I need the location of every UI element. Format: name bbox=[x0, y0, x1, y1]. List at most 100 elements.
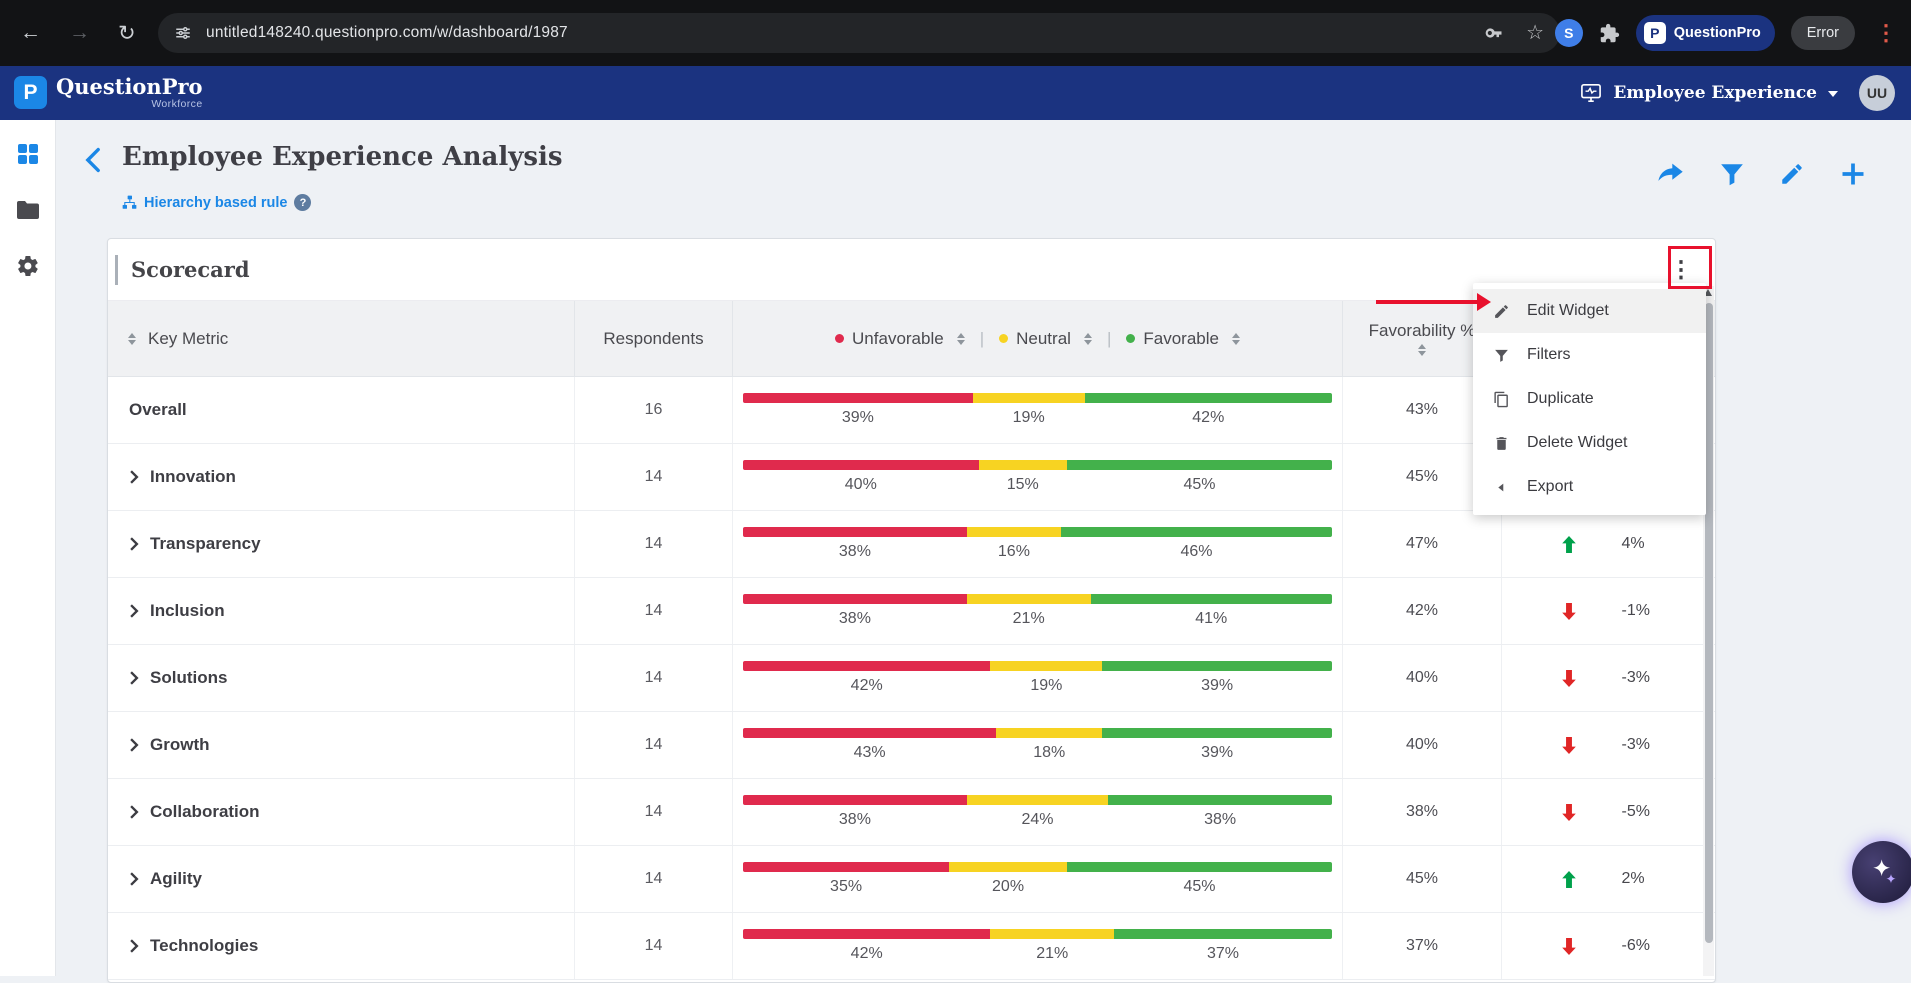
favorable-bar-segment bbox=[1091, 594, 1332, 604]
favorable-bar-segment bbox=[1085, 393, 1332, 403]
brand-name: QuestionPro bbox=[56, 76, 203, 98]
trend-value: -5% bbox=[1622, 803, 1656, 821]
hierarchy-rule[interactable]: Hierarchy based rule ? bbox=[122, 194, 311, 211]
key-metric-header: Key Metric bbox=[148, 329, 228, 349]
metric-label: Inclusion bbox=[150, 601, 225, 621]
site-info-icon[interactable] bbox=[174, 24, 192, 42]
menu-item-delete-widget[interactable]: Delete Widget bbox=[1473, 421, 1706, 465]
sidebar-folder-icon[interactable] bbox=[16, 200, 40, 220]
browser-chrome: ← → ↻ untitled148240.questionpro.com/w/d… bbox=[0, 0, 1911, 66]
unfavorable-percent-label: 38% bbox=[743, 811, 967, 829]
sort-icon[interactable] bbox=[1232, 333, 1240, 345]
trend-down-icon bbox=[1562, 938, 1576, 955]
trend-down-icon bbox=[1562, 737, 1576, 754]
menu-item-duplicate[interactable]: Duplicate bbox=[1473, 377, 1706, 421]
metric-label: Collaboration bbox=[150, 802, 260, 822]
expand-chevron-icon[interactable] bbox=[129, 537, 139, 551]
expand-chevron-icon[interactable] bbox=[129, 738, 139, 752]
metric-cell: Growth bbox=[108, 712, 574, 778]
favorability-value: 42% bbox=[1342, 578, 1501, 644]
stacked-bar bbox=[743, 661, 1332, 671]
trend-cell: -5% bbox=[1501, 779, 1715, 845]
reload-icon[interactable]: ↻ bbox=[118, 21, 136, 46]
bookmark-star-icon[interactable]: ☆ bbox=[1526, 23, 1544, 43]
browser-profile-avatar[interactable]: S bbox=[1555, 19, 1583, 47]
neutral-bar-segment bbox=[979, 460, 1067, 470]
edit-dashboard-button[interactable] bbox=[1779, 161, 1805, 187]
extensions-puzzle-icon[interactable] bbox=[1599, 23, 1620, 44]
trash-icon bbox=[1492, 435, 1510, 452]
respondents-value: 14 bbox=[574, 846, 732, 912]
workspace-selector[interactable]: Employee Experience bbox=[1613, 83, 1817, 103]
error-pill[interactable]: Error bbox=[1791, 16, 1855, 50]
favorable-bar-segment bbox=[1067, 862, 1332, 872]
favorable-percent-label: 41% bbox=[1091, 610, 1332, 628]
expand-chevron-icon[interactable] bbox=[129, 872, 139, 886]
chevron-down-icon[interactable] bbox=[1828, 91, 1838, 97]
forward-icon[interactable]: → bbox=[69, 21, 90, 45]
sidebar-dashboards-icon[interactable] bbox=[16, 142, 40, 166]
favorable-percent-label: 37% bbox=[1114, 945, 1332, 963]
favorable-bar-segment bbox=[1108, 795, 1332, 805]
questionpro-logo-icon: P bbox=[1644, 22, 1666, 44]
sort-icon[interactable] bbox=[1418, 344, 1426, 356]
sort-icon[interactable] bbox=[1084, 333, 1092, 345]
expand-chevron-icon[interactable] bbox=[129, 470, 139, 484]
expand-chevron-icon[interactable] bbox=[129, 671, 139, 685]
menu-item-export[interactable]: Export bbox=[1473, 465, 1706, 509]
menu-item-filters[interactable]: Filters bbox=[1473, 333, 1706, 377]
questionpro-extension-pill[interactable]: P QuestionPro bbox=[1636, 15, 1775, 51]
sparkle-icon bbox=[1867, 856, 1899, 888]
favorable-percent-label: 45% bbox=[1067, 476, 1332, 494]
expand-chevron-icon[interactable] bbox=[129, 805, 139, 819]
stacked-bar-cell: 38%24%38% bbox=[732, 779, 1342, 845]
neutral-percent-label: 16% bbox=[967, 543, 1061, 561]
neutral-bar-segment bbox=[996, 728, 1102, 738]
menu-item-edit-widget[interactable]: Edit Widget bbox=[1473, 289, 1706, 333]
unfavorable-percent-label: 38% bbox=[743, 543, 967, 561]
user-avatar[interactable]: UU bbox=[1859, 75, 1895, 111]
password-key-icon[interactable] bbox=[1484, 23, 1504, 43]
sidebar-settings-gear-icon[interactable] bbox=[16, 254, 40, 278]
duplicate-icon bbox=[1492, 391, 1510, 408]
respondents-value: 14 bbox=[574, 645, 732, 711]
filter-button[interactable] bbox=[1719, 161, 1745, 187]
stacked-bar-cell: 38%21%41% bbox=[732, 578, 1342, 644]
back-icon[interactable]: ← bbox=[20, 21, 41, 45]
address-bar[interactable]: untitled148240.questionpro.com/w/dashboa… bbox=[158, 13, 1560, 53]
expand-chevron-icon[interactable] bbox=[129, 939, 139, 953]
stacked-bar bbox=[743, 393, 1332, 403]
share-button[interactable] bbox=[1655, 161, 1685, 187]
add-widget-button[interactable] bbox=[1839, 160, 1867, 188]
unfavorable-bar-segment bbox=[743, 728, 996, 738]
hierarchy-icon bbox=[122, 195, 137, 210]
unfavorable-bar-segment bbox=[743, 929, 990, 939]
respondents-value: 14 bbox=[574, 712, 732, 778]
legend-unfavorable-label: Unfavorable bbox=[852, 329, 944, 349]
workspace-monitor-icon bbox=[1580, 83, 1602, 103]
favorability-value: 40% bbox=[1342, 645, 1501, 711]
unfavorable-percent-label: 39% bbox=[743, 409, 973, 427]
favorable-dot-icon bbox=[1126, 334, 1135, 343]
ai-assistant-button[interactable] bbox=[1852, 841, 1911, 903]
metric-cell: Technologies bbox=[108, 913, 574, 979]
browser-nav-buttons: ← → ↻ bbox=[0, 21, 136, 46]
unfavorable-bar-segment bbox=[743, 393, 973, 403]
app-logo[interactable]: P QuestionPro Workforce bbox=[14, 76, 203, 110]
stacked-bar bbox=[743, 460, 1332, 470]
browser-menu-icon[interactable]: ⋮ bbox=[1871, 20, 1901, 46]
sort-icon[interactable] bbox=[128, 333, 136, 345]
app-header: P QuestionPro Workforce Employee Experie… bbox=[0, 66, 1911, 120]
trend-value: -6% bbox=[1622, 937, 1656, 955]
metric-cell: Innovation bbox=[108, 444, 574, 510]
unfavorable-dot-icon bbox=[835, 334, 844, 343]
table-row: Collaboration1438%24%38%38%-5% bbox=[108, 779, 1715, 846]
url-text: untitled148240.questionpro.com/w/dashboa… bbox=[206, 24, 568, 42]
neutral-percent-label: 19% bbox=[990, 677, 1102, 695]
favorability-value: 38% bbox=[1342, 779, 1501, 845]
legend-header: Unfavorable | Neutral | Favorable bbox=[732, 301, 1342, 376]
help-question-icon[interactable]: ? bbox=[294, 194, 311, 211]
expand-chevron-icon[interactable] bbox=[129, 604, 139, 618]
sort-icon[interactable] bbox=[957, 333, 965, 345]
back-chevron-button[interactable] bbox=[82, 147, 104, 178]
